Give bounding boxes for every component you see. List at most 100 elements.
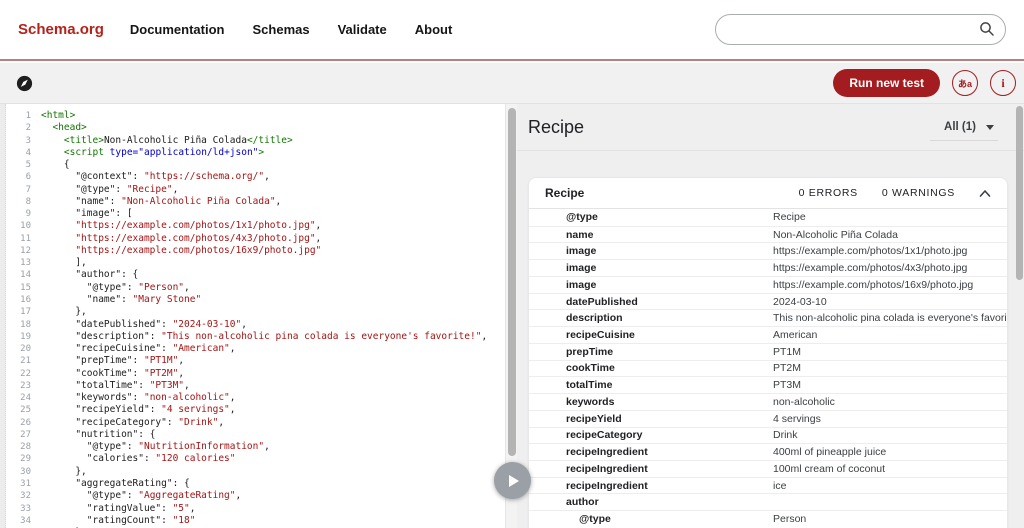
language-icon-glyph: あa — [957, 78, 972, 89]
line-number: 17 — [20, 307, 31, 318]
editor-scrollbar-thumb[interactable] — [508, 108, 516, 456]
line-number: 30 — [20, 466, 31, 477]
line-number: 6 — [25, 172, 31, 183]
type-filter-label: All (1) — [944, 121, 976, 133]
play-icon — [509, 474, 519, 487]
property-value: ice — [773, 479, 787, 492]
code-line: 4 <script type="application/ld+json"> — [7, 147, 487, 159]
run-new-test-button[interactable]: Run new test — [833, 69, 940, 97]
line-number: 11 — [20, 233, 31, 244]
code-line: 26 "recipeCategory": "Drink", — [7, 417, 487, 429]
line-number: 23 — [20, 380, 31, 391]
line-number: 26 — [20, 417, 31, 428]
property-row[interactable]: recipeIngredient ice — [529, 476, 1007, 494]
line-number: 32 — [20, 491, 31, 502]
property-name: prepTime — [566, 345, 614, 358]
code-line: 33 "ratingValue": "5", — [7, 503, 487, 515]
code-line: 1 <html> — [7, 110, 487, 122]
results-header: Recipe All (1) — [517, 104, 1024, 141]
property-row[interactable]: prepTime PT1M — [529, 342, 1007, 360]
code-line: 11 "https://example.com/photos/4x3/photo… — [7, 233, 487, 245]
line-number: 10 — [20, 221, 31, 232]
property-row[interactable]: keywords non-alcoholic — [529, 393, 1007, 410]
property-row[interactable]: recipeYield 4 servings — [529, 409, 1007, 427]
nav-item-documentation[interactable]: Documentation — [130, 22, 225, 37]
property-value: Recipe — [773, 211, 806, 224]
nav-item-validate[interactable]: Validate — [338, 22, 387, 37]
code-line: 3 <title>Non-Alcoholic Piña Colada</titl… — [7, 135, 487, 147]
code-line: 27 "nutrition": { — [7, 429, 487, 441]
property-value: https://example.com/photos/1x1/photo.jpg — [773, 245, 968, 258]
property-name: recipeIngredient — [566, 446, 648, 459]
code-line: 18 "datePublished": "2024-03-10", — [7, 319, 487, 331]
line-number: 12 — [20, 245, 31, 256]
code-line: 16 "name": "Mary Stone" — [7, 294, 487, 306]
property-value: American — [773, 329, 818, 341]
run-test-play-button[interactable] — [494, 462, 531, 499]
property-row[interactable]: recipeIngredient 400ml of pineapple juice — [529, 443, 1007, 460]
property-row[interactable]: image https://example.com/photos/1x1/phot… — [529, 242, 1007, 259]
property-value: Drink — [773, 429, 798, 442]
property-row[interactable]: image https://example.com/photos/16x9/pho… — [529, 275, 1007, 293]
property-row[interactable]: author — [529, 493, 1007, 510]
schema-org-logo[interactable]: Schema.org — [18, 21, 104, 38]
code-line: 14 "author": { — [7, 269, 487, 281]
nav-item-about[interactable]: About — [415, 22, 453, 37]
property-value: Person — [773, 513, 807, 526]
code-line: 34 "ratingCount": "18" — [7, 515, 487, 527]
property-row[interactable]: recipeCuisine American — [529, 326, 1007, 343]
property-name: image — [566, 245, 597, 258]
property-name: recipeCategory — [566, 429, 643, 442]
property-row[interactable]: recipeCategory Drink — [529, 426, 1007, 444]
code-editor[interactable]: 1 <html> 2 <head> 3 <title>Non-Alcoholic Pi… — [0, 104, 505, 528]
line-number: 2 — [25, 123, 31, 134]
code-line: 9 "image": [ — [7, 208, 487, 220]
property-row[interactable]: @type Person — [529, 510, 1007, 527]
property-value: Non-Alcoholic Piña Colada — [773, 228, 898, 241]
type-filter-dropdown[interactable]: All (1) — [930, 121, 998, 141]
code-line: 29 "calories": "120 calories" — [7, 453, 487, 465]
warnings-count: 0 WARNINGS — [881, 187, 955, 199]
code-line: 23 "totalTime": "PT3M", — [7, 380, 487, 392]
line-number: 28 — [20, 442, 31, 453]
search-input[interactable] — [715, 14, 1006, 45]
code-line: 31 "aggregateRating": { — [7, 478, 487, 490]
nav-item-schemas[interactable]: Schemas — [253, 22, 310, 37]
code-line: 20 "recipeCuisine": "American", — [7, 343, 487, 355]
line-number: 24 — [20, 393, 31, 404]
property-name: @type — [579, 513, 611, 526]
property-row[interactable]: datePublished 2024-03-10 — [529, 292, 1007, 310]
property-value: non-alcoholic — [773, 395, 835, 408]
property-value: PT1M — [773, 345, 802, 358]
editor-gutter-ruler — [0, 104, 6, 528]
globe-icon[interactable] — [16, 75, 33, 92]
property-row[interactable]: totalTime PT3M — [529, 376, 1007, 393]
code-line: 15 "@type": "Person", — [7, 282, 487, 294]
property-row[interactable]: name Non-Alcoholic Piña Colada — [529, 225, 1007, 243]
code-line: 19 "description": "This non-alcoholic pi… — [7, 331, 487, 343]
property-name: recipeCuisine — [566, 329, 635, 341]
property-row[interactable]: @type Recipe — [529, 209, 1007, 226]
property-row[interactable]: image https://example.com/photos/4x3/phot… — [529, 259, 1007, 276]
code-line: 22 "cookTime": "PT2M", — [7, 368, 487, 380]
line-number: 7 — [25, 184, 31, 195]
property-name: name — [566, 228, 594, 241]
property-row[interactable]: description This non-alcoholic pina colad… — [529, 309, 1007, 326]
code-line: 24 "keywords": "non-alcoholic", — [7, 392, 487, 404]
line-number: 1 — [25, 111, 31, 121]
validator-toolbar: Run new test あa i — [0, 63, 1024, 104]
property-value: 400ml of pineapple juice — [773, 446, 887, 459]
language-icon[interactable]: あa — [952, 70, 978, 96]
search-icon[interactable] — [979, 21, 995, 37]
results-scrollbar[interactable] — [1015, 104, 1024, 528]
info-icon[interactable]: i — [990, 70, 1016, 96]
property-row[interactable]: cookTime PT2M — [529, 359, 1007, 377]
results-scrollbar-thumb[interactable] — [1016, 106, 1023, 280]
entity-card-header[interactable]: Recipe 0 ERRORS 0 WARNINGS — [529, 178, 1007, 209]
line-number: 15 — [20, 282, 31, 293]
property-row[interactable]: recipeIngredient 100ml cream of coconut — [529, 460, 1007, 477]
chevron-up-icon[interactable] — [979, 189, 991, 198]
property-name: recipeIngredient — [566, 479, 648, 492]
property-name: recipeIngredient — [566, 462, 648, 475]
line-number: 8 — [25, 196, 31, 207]
